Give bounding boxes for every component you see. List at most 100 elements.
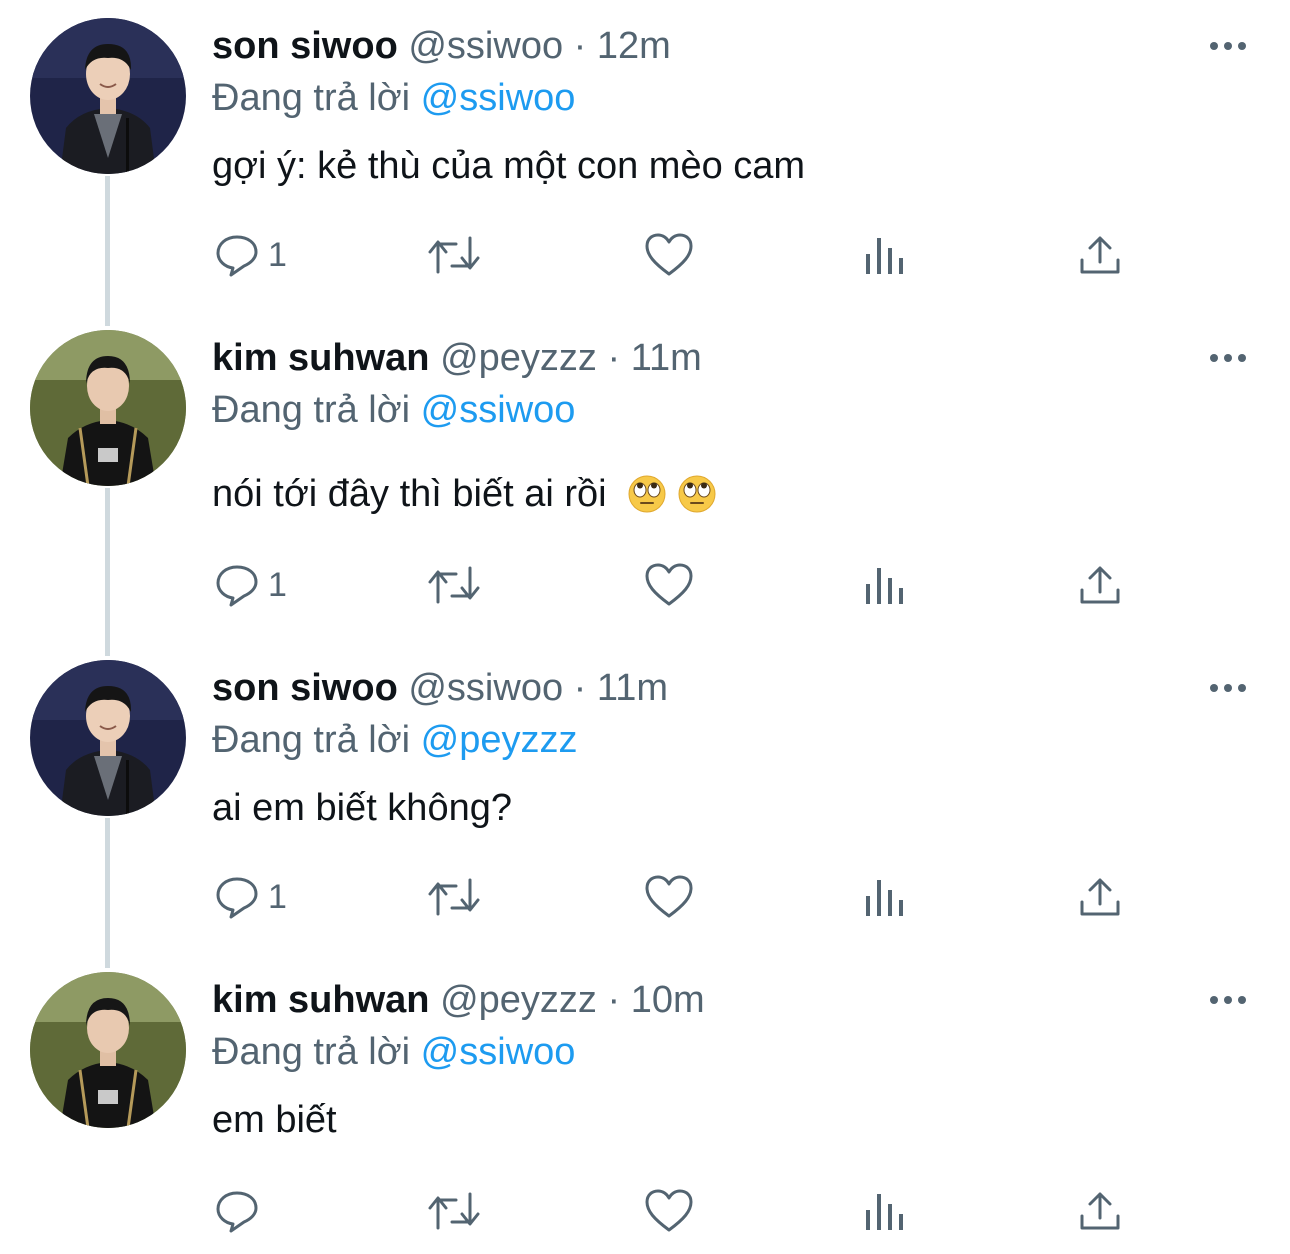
like-button[interactable] [644, 230, 694, 280]
separator-dot: · [607, 337, 621, 379]
reply-button[interactable] [214, 1186, 268, 1236]
separator-dot: · [573, 667, 587, 709]
retweet-icon [428, 878, 480, 916]
avatar[interactable] [30, 330, 186, 486]
views-button[interactable] [862, 230, 908, 280]
separator-dot: · [607, 979, 621, 1021]
tweet-text-content: nói tới đây thì biết ai rồi [212, 473, 607, 515]
mention-link[interactable]: @ssiwoo [421, 77, 576, 119]
like-icon [645, 233, 693, 276]
tweet[interactable]: kim suhwan @peyzzz · 11m Đang trả lời @s… [0, 330, 1290, 630]
user-handle[interactable]: @peyzzz [440, 979, 597, 1021]
tweet[interactable]: son siwoo @ssiwoo · 12m Đang trả lời @ss… [0, 18, 1290, 308]
views-button[interactable] [862, 560, 908, 610]
user-handle[interactable]: @peyzzz [440, 337, 597, 379]
share-button[interactable] [1078, 560, 1122, 610]
share-icon [1080, 566, 1120, 604]
reply-icon [216, 1191, 258, 1233]
reply-icon [216, 235, 258, 277]
more-horizontal-icon [1210, 354, 1246, 362]
reply-count: 1 [268, 565, 287, 604]
more-options-button[interactable] [1206, 678, 1250, 698]
more-options-button[interactable] [1206, 990, 1250, 1010]
reply-icon [216, 877, 258, 919]
reply-count: 1 [268, 877, 287, 916]
user-handle[interactable]: @ssiwoo [408, 25, 563, 67]
retweet-button[interactable] [426, 560, 482, 610]
person-in-suit-avatar [30, 660, 186, 816]
action-bar: 1 [0, 560, 1290, 610]
like-button[interactable] [644, 872, 694, 922]
mention-link[interactable]: @peyzzz [421, 719, 578, 761]
person-in-suit-avatar [30, 18, 186, 174]
tweet-header: kim suhwan @peyzzz · 11m [212, 334, 702, 382]
tweet-text: gợi ý: kẻ thù của một con mèo cam [212, 142, 805, 190]
avatar[interactable] [30, 972, 186, 1128]
like-button[interactable] [644, 560, 694, 610]
display-name[interactable]: kim suhwan [212, 979, 430, 1021]
retweet-button[interactable] [426, 1186, 482, 1236]
reply-button[interactable]: 1 [214, 230, 287, 280]
display-name[interactable]: son siwoo [212, 25, 398, 67]
avatar[interactable] [30, 660, 186, 816]
eye-roll-emoji [628, 475, 666, 513]
reply-icon [216, 565, 258, 607]
more-options-button[interactable] [1206, 348, 1250, 368]
action-bar: 1 [0, 230, 1290, 280]
like-icon [645, 563, 693, 606]
avatar[interactable] [30, 18, 186, 174]
like-button[interactable] [644, 1186, 694, 1236]
retweet-button[interactable] [426, 230, 482, 280]
replying-to: Đang trả lời @ssiwoo [212, 386, 575, 434]
separator-dot: · [573, 25, 587, 67]
replying-to-label: Đang trả lời [212, 1031, 411, 1073]
share-button[interactable] [1078, 1186, 1122, 1236]
timestamp[interactable]: 12m [597, 25, 671, 67]
action-bar: 1 [0, 872, 1290, 922]
timestamp[interactable]: 11m [631, 337, 702, 379]
views-icon [866, 880, 903, 916]
share-button[interactable] [1078, 872, 1122, 922]
replying-to: Đang trả lời @ssiwoo [212, 1028, 575, 1076]
share-icon [1080, 1192, 1120, 1230]
mention-link[interactable]: @ssiwoo [421, 1031, 576, 1073]
person-in-jersey-avatar [30, 330, 186, 486]
more-horizontal-icon [1210, 684, 1246, 692]
mention-link[interactable]: @ssiwoo [421, 389, 576, 431]
retweet-icon [428, 236, 480, 274]
more-horizontal-icon [1210, 42, 1246, 50]
views-icon [866, 1194, 903, 1230]
replying-to-label: Đang trả lời [212, 77, 411, 119]
retweet-icon [428, 1192, 480, 1230]
replying-to-label: Đang trả lời [212, 719, 411, 761]
tweet[interactable]: kim suhwan @peyzzz · 10m Đang trả lời @s… [0, 972, 1290, 1254]
share-button[interactable] [1078, 230, 1122, 280]
views-icon [866, 238, 903, 274]
tweet-text: nói tới đây thì biết ai rồi [212, 470, 717, 518]
person-in-jersey-avatar [30, 972, 186, 1128]
tweet-header: son siwoo @ssiwoo · 12m [212, 22, 671, 70]
display-name[interactable]: son siwoo [212, 667, 398, 709]
like-icon [645, 1189, 693, 1232]
more-options-button[interactable] [1206, 36, 1250, 56]
replying-to-label: Đang trả lời [212, 389, 411, 431]
retweet-icon [428, 566, 480, 604]
eye-roll-emoji [678, 475, 716, 513]
user-handle[interactable]: @ssiwoo [408, 667, 563, 709]
views-button[interactable] [862, 872, 908, 922]
more-horizontal-icon [1210, 996, 1246, 1004]
display-name[interactable]: kim suhwan [212, 337, 430, 379]
reply-button[interactable]: 1 [214, 560, 287, 610]
tweet[interactable]: son siwoo @ssiwoo · 11m Đang trả lời @pe… [0, 660, 1290, 950]
tweet-text-content: gợi ý: kẻ thù của một con mèo cam [212, 145, 806, 187]
timestamp[interactable]: 10m [631, 979, 705, 1021]
views-button[interactable] [862, 1186, 908, 1236]
tweet-header: son siwoo @ssiwoo · 11m [212, 664, 668, 712]
action-bar [0, 1186, 1290, 1236]
reply-button[interactable]: 1 [214, 872, 287, 922]
share-icon [1080, 878, 1120, 916]
retweet-button[interactable] [426, 872, 482, 922]
views-icon [866, 568, 903, 604]
timestamp[interactable]: 11m [597, 667, 668, 709]
tweet-text: em biết [212, 1096, 337, 1144]
